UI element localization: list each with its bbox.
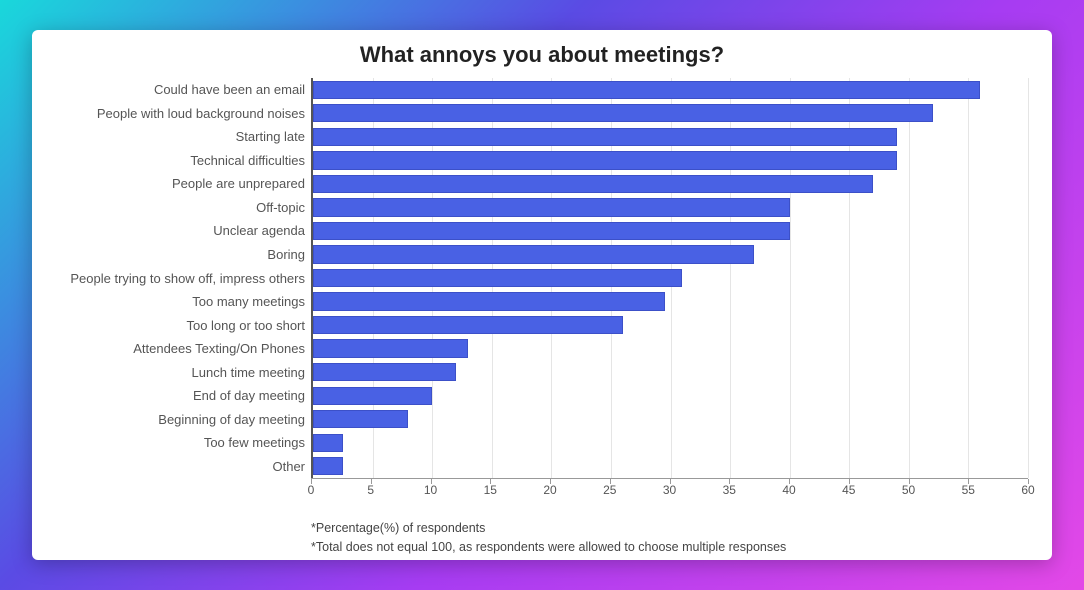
bar (313, 151, 897, 169)
chart-area: Could have been an emailPeople with loud… (56, 78, 1028, 478)
plot-area (311, 78, 1028, 478)
bar (313, 363, 456, 381)
bar-row (313, 313, 1028, 337)
footnote-2: *Total does not equal 100, as respondent… (311, 538, 1028, 557)
footnotes: *Percentage(%) of respondents *Total doe… (311, 519, 1028, 557)
x-tick-label: 50 (902, 483, 915, 497)
x-tick-label: 40 (782, 483, 795, 497)
x-tick-label: 35 (723, 483, 736, 497)
y-axis-label: Boring (56, 243, 305, 267)
bar (313, 128, 897, 146)
y-axis-label: Starting late (56, 125, 305, 149)
bar (313, 104, 933, 122)
y-axis-label: Lunch time meeting (56, 360, 305, 384)
chart-title: What annoys you about meetings? (56, 42, 1028, 68)
bar-row (313, 455, 1028, 479)
bar (313, 222, 790, 240)
bar (313, 198, 790, 216)
bar (313, 457, 343, 475)
bar-row (313, 431, 1028, 455)
y-axis-label: Too long or too short (56, 313, 305, 337)
y-axis-label: People trying to show off, impress other… (56, 266, 305, 290)
bar (313, 292, 665, 310)
bar-row (313, 266, 1028, 290)
y-axis-label: Technical difficulties (56, 149, 305, 173)
y-axis-label: End of day meeting (56, 384, 305, 408)
bar-row (313, 407, 1028, 431)
x-tick-label: 55 (962, 483, 975, 497)
x-tick-label: 25 (603, 483, 616, 497)
footnote-1: *Percentage(%) of respondents (311, 519, 1028, 538)
y-axis-label: Other (56, 455, 305, 479)
bar-row (313, 149, 1028, 173)
bar-row (313, 337, 1028, 361)
bars-container (313, 78, 1028, 478)
bar (313, 81, 980, 99)
bar-row (313, 290, 1028, 314)
bar (313, 316, 623, 334)
y-axis-label: People with loud background noises (56, 102, 305, 126)
x-tick-label: 60 (1021, 483, 1034, 497)
y-axis-label: Unclear agenda (56, 219, 305, 243)
bar-row (313, 384, 1028, 408)
x-tick-label: 10 (424, 483, 437, 497)
bar (313, 434, 343, 452)
bar-row (313, 243, 1028, 267)
y-axis-label: Could have been an email (56, 78, 305, 102)
y-axis-label: Beginning of day meeting (56, 407, 305, 431)
bar-row (313, 125, 1028, 149)
bar (313, 175, 873, 193)
x-tick-label: 5 (367, 483, 374, 497)
y-axis-label: Attendees Texting/On Phones (56, 337, 305, 361)
x-tick-label: 0 (308, 483, 315, 497)
bar-row (313, 172, 1028, 196)
bar-row (313, 360, 1028, 384)
gridline (1028, 78, 1029, 478)
bar (313, 387, 432, 405)
x-tick-label: 45 (842, 483, 855, 497)
x-tick-label: 20 (543, 483, 556, 497)
y-axis-labels: Could have been an emailPeople with loud… (56, 78, 311, 478)
chart-card: What annoys you about meetings? Could ha… (32, 30, 1052, 560)
x-tick-label: 30 (663, 483, 676, 497)
bar (313, 339, 468, 357)
plot (311, 78, 1028, 478)
bar-row (313, 78, 1028, 102)
bar (313, 269, 682, 287)
bar-row (313, 102, 1028, 126)
bar (313, 245, 754, 263)
page-background: What annoys you about meetings? Could ha… (0, 0, 1084, 590)
y-axis-label: People are unprepared (56, 172, 305, 196)
x-tick-label: 15 (484, 483, 497, 497)
bar (313, 410, 408, 428)
y-axis-label: Too many meetings (56, 290, 305, 314)
bar-row (313, 196, 1028, 220)
x-axis: 051015202530354045505560 (311, 478, 1028, 503)
bar-row (313, 219, 1028, 243)
y-axis-label: Off-topic (56, 196, 305, 220)
y-axis-label: Too few meetings (56, 431, 305, 455)
